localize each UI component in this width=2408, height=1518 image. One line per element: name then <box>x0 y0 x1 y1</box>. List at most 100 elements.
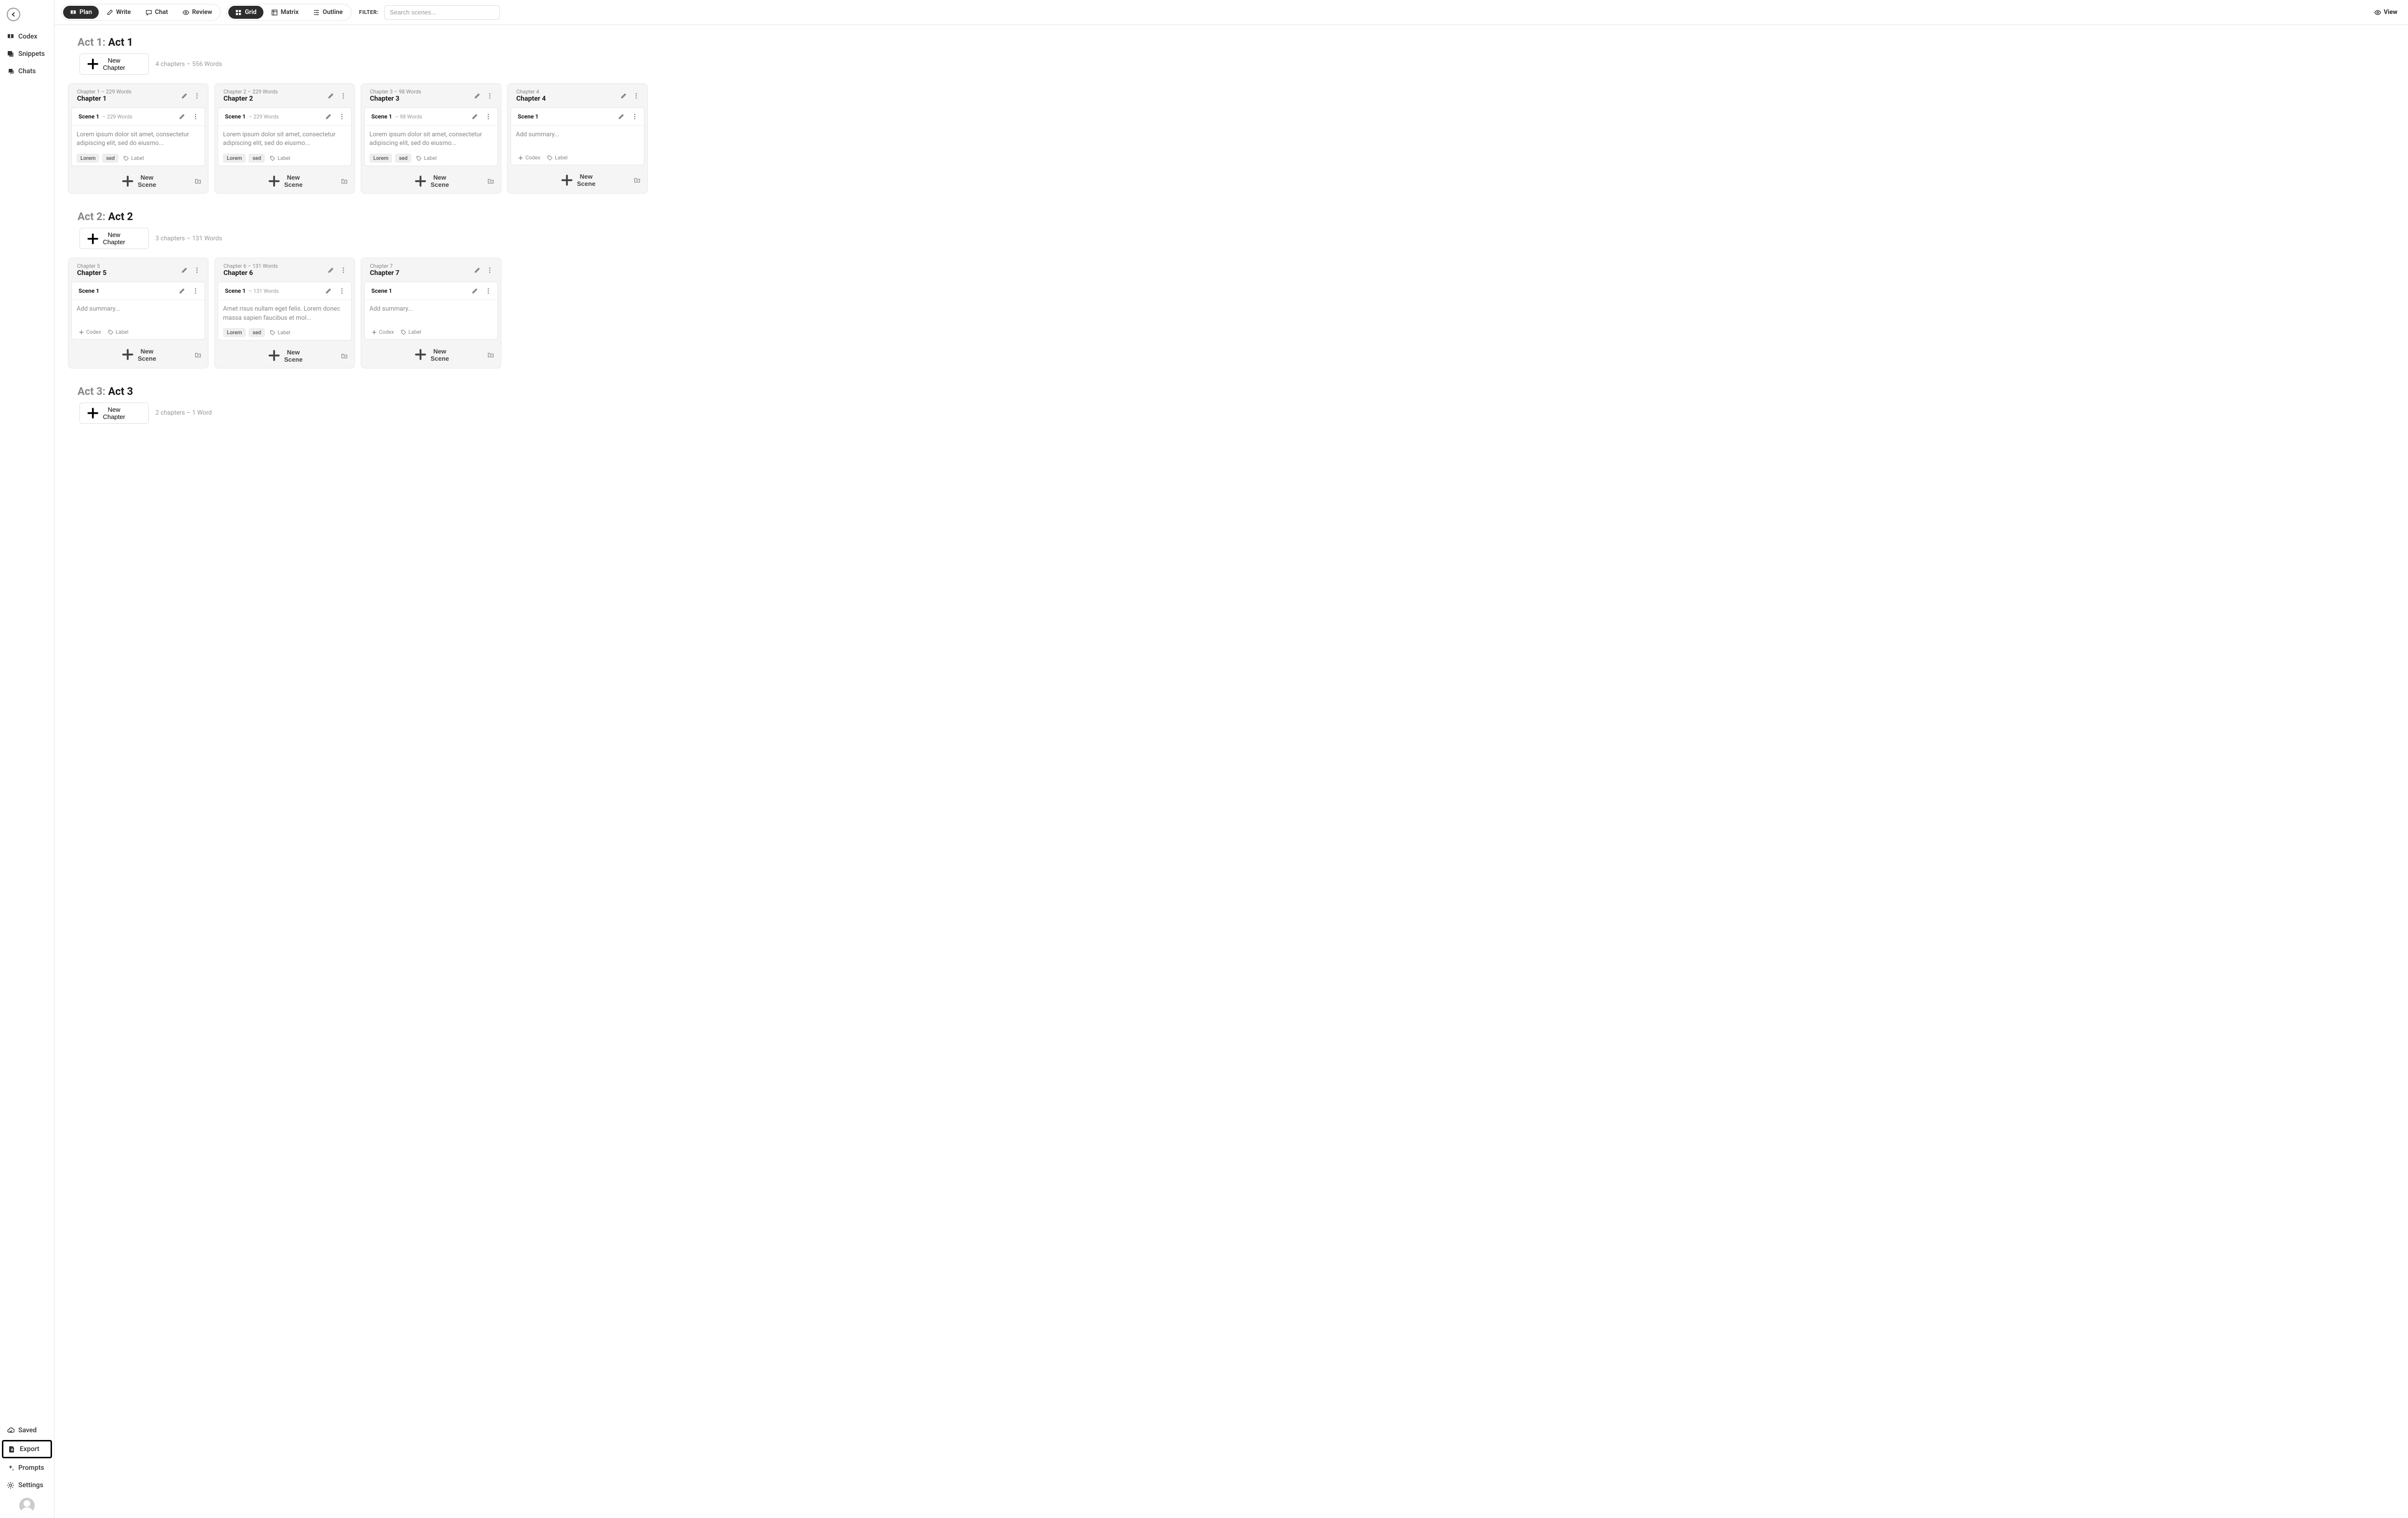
sidebar-item-prompts[interactable]: Prompts <box>2 1460 52 1476</box>
edit-chapter-button[interactable] <box>326 91 336 101</box>
chapter-menu-button[interactable] <box>338 265 349 275</box>
act-menu-button[interactable] <box>140 228 148 249</box>
snippets-icon <box>7 50 14 58</box>
chapter-menu-button[interactable] <box>338 91 349 101</box>
act-menu-button[interactable] <box>140 403 148 423</box>
scene-menu-button[interactable] <box>337 111 347 122</box>
scene-summary[interactable]: Add summary... <box>77 305 200 323</box>
sidebar-item-settings[interactable]: Settings <box>2 1478 52 1493</box>
add-label-button[interactable]: Label <box>268 154 292 162</box>
add-label-button[interactable]: Label <box>106 328 131 336</box>
view-grid[interactable]: Grid <box>228 6 263 19</box>
sidebar-item-snippets[interactable]: Snippets <box>2 46 52 62</box>
edit-scene-button[interactable] <box>470 111 480 122</box>
chapter-menu-button[interactable] <box>192 265 202 275</box>
search-input[interactable] <box>384 5 500 20</box>
view-button[interactable]: View <box>2370 6 2401 19</box>
edit-chapter-button[interactable] <box>179 265 190 275</box>
scene-menu-button[interactable] <box>483 111 494 122</box>
new-scene-button[interactable]: New Scene <box>120 174 157 188</box>
import-scene-button[interactable] <box>632 175 642 185</box>
sidebar-item-chats[interactable]: Chats <box>2 64 52 79</box>
add-label-button[interactable]: Label <box>545 154 570 162</box>
new-scene-button[interactable]: New Scene <box>413 174 449 188</box>
edit-scene-button[interactable] <box>177 286 187 296</box>
chapter-menu-button[interactable] <box>192 91 202 101</box>
scene-title: Scene 1 <box>79 113 99 120</box>
new-chapter-button[interactable]: New Chapter <box>80 403 131 423</box>
tag[interactable]: sed <box>249 328 265 337</box>
import-scene-button[interactable] <box>485 350 496 360</box>
tag[interactable]: Lorem <box>77 154 99 163</box>
new-chapter-button[interactable]: New Chapter <box>80 54 131 74</box>
new-scene-button[interactable]: New Scene <box>267 174 303 188</box>
sidebar: Codex Snippets Chats Saved Export Prompt… <box>0 0 54 1518</box>
add-codex-button[interactable]: Codex <box>369 328 396 336</box>
view-matrix[interactable]: Matrix <box>264 6 305 19</box>
chapter-menu-button[interactable] <box>484 91 495 101</box>
view-outline[interactable]: Outline <box>306 6 350 19</box>
scene-summary[interactable]: Lorem ipsum dolor sit amet, consectetur … <box>369 131 493 149</box>
scene-menu-button[interactable] <box>337 286 347 296</box>
mode-write[interactable]: Write <box>100 6 138 19</box>
edit-act-button[interactable] <box>131 403 140 423</box>
add-codex-button[interactable]: Codex <box>516 154 542 162</box>
chapter-menu-button[interactable] <box>631 91 641 101</box>
tag[interactable]: sed <box>249 154 265 163</box>
add-codex-button[interactable]: Codex <box>77 328 103 336</box>
scene-menu-button[interactable] <box>483 286 494 296</box>
back-button[interactable] <box>7 8 20 21</box>
tag[interactable]: Lorem <box>223 328 246 337</box>
edit-scene-button[interactable] <box>470 286 480 296</box>
avatar[interactable] <box>19 1498 35 1513</box>
scene-summary[interactable]: Add summary... <box>369 305 493 323</box>
add-label-button[interactable]: Label <box>414 154 439 162</box>
plus-icon <box>413 174 428 188</box>
edit-chapter-button[interactable] <box>472 91 483 101</box>
edit-act-button[interactable] <box>131 228 140 249</box>
scene-menu-button[interactable] <box>629 111 640 122</box>
chapter-menu-button[interactable] <box>484 265 495 275</box>
add-label-button[interactable]: Label <box>268 328 292 337</box>
scene-summary[interactable]: Amet risus nullam eget felis. Lorem done… <box>223 305 346 323</box>
scene-summary[interactable]: Lorem ipsum dolor sit amet, consectetur … <box>223 131 346 149</box>
scene-summary[interactable]: Add summary... <box>516 131 639 149</box>
new-scene-button[interactable]: New Scene <box>560 173 596 187</box>
tag[interactable]: Lorem <box>223 154 246 163</box>
edit-chapter-button[interactable] <box>472 265 483 275</box>
tag[interactable]: sed <box>395 154 411 163</box>
scene-summary[interactable]: Lorem ipsum dolor sit amet, consectetur … <box>77 131 200 149</box>
edit-scene-button[interactable] <box>616 111 627 122</box>
edit-chapter-button[interactable] <box>326 265 336 275</box>
import-scene-button[interactable] <box>339 176 350 186</box>
mode-chat[interactable]: Chat <box>139 6 175 19</box>
edit-act-button[interactable] <box>131 54 140 74</box>
import-scene-button[interactable] <box>485 176 496 186</box>
mode-plan[interactable]: Plan <box>63 6 99 19</box>
edit-chapter-button[interactable] <box>618 91 629 101</box>
tag[interactable]: sed <box>102 154 118 163</box>
import-scene-button[interactable] <box>193 176 203 186</box>
new-chapter-button[interactable]: New Chapter <box>80 228 131 249</box>
mode-review[interactable]: Review <box>176 6 219 19</box>
new-scene-button[interactable]: New Scene <box>413 347 449 362</box>
add-label-button[interactable]: Label <box>399 328 423 336</box>
new-scene-button[interactable]: New Scene <box>267 348 303 363</box>
scene-menu-button[interactable] <box>190 111 201 122</box>
edit-scene-button[interactable] <box>323 286 334 296</box>
import-scene-button[interactable] <box>339 351 350 361</box>
new-scene-button[interactable]: New Scene <box>120 347 157 362</box>
act-menu-button[interactable] <box>140 54 148 74</box>
add-label-button[interactable]: Label <box>121 154 146 162</box>
view-button-label: View <box>2384 9 2397 16</box>
sidebar-item-codex[interactable]: Codex <box>2 29 52 44</box>
tag[interactable]: Lorem <box>369 154 392 163</box>
pencil-icon <box>327 92 334 99</box>
sidebar-item-saved[interactable]: Saved <box>2 1423 52 1438</box>
sidebar-item-export[interactable]: Export <box>2 1440 52 1458</box>
edit-scene-button[interactable] <box>323 111 334 122</box>
import-scene-button[interactable] <box>193 350 203 360</box>
edit-chapter-button[interactable] <box>179 91 190 101</box>
edit-scene-button[interactable] <box>177 111 187 122</box>
scene-menu-button[interactable] <box>190 286 201 296</box>
